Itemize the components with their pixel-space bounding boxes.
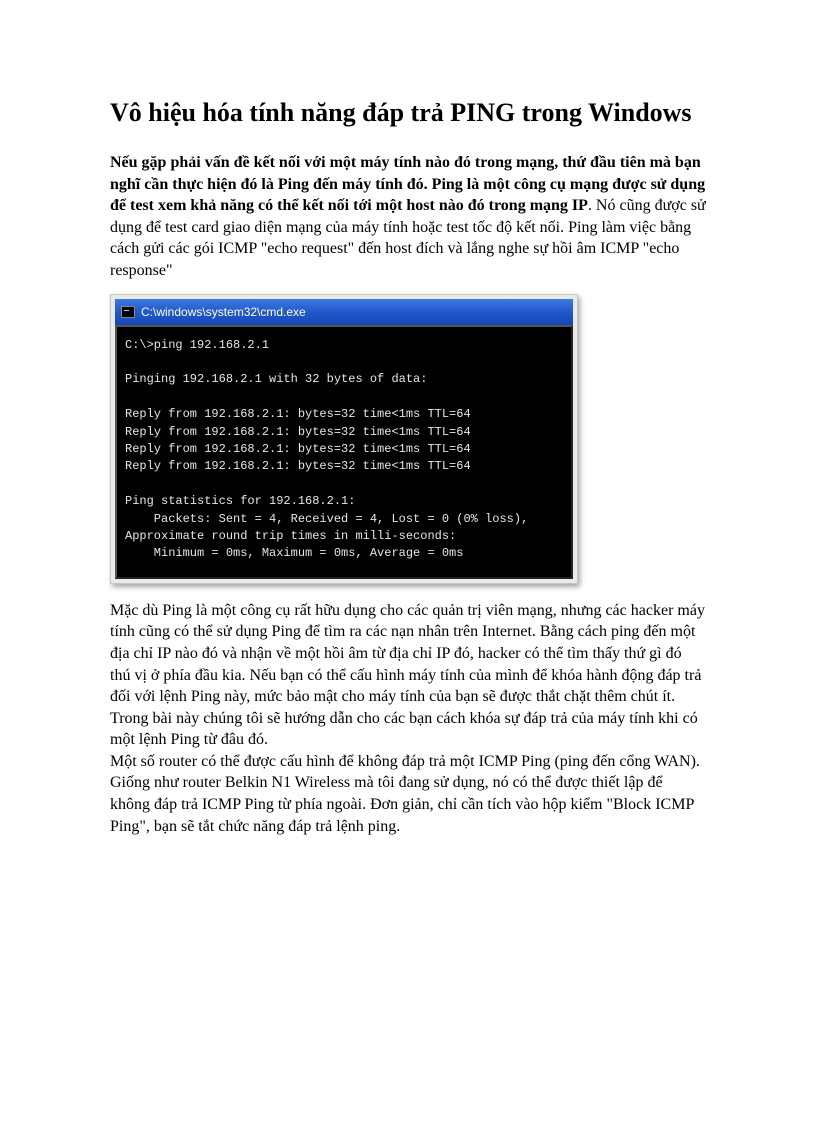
cmd-screenshot: C:\windows\system32\cmd.exe C:\>ping 192… (110, 294, 578, 584)
intro-paragraph: Nếu gặp phải vấn đề kết nối với một máy … (110, 152, 706, 282)
cmd-icon (121, 306, 135, 318)
cmd-titlebar: C:\windows\system32\cmd.exe (115, 299, 573, 325)
body-paragraph-2: Một số router có thể được cấu hình để kh… (110, 751, 706, 837)
cmd-title-text: C:\windows\system32\cmd.exe (141, 304, 306, 320)
page-title: Vô hiệu hóa tính năng đáp trả PING trong… (110, 95, 706, 130)
cmd-output: C:\>ping 192.168.2.1 Pinging 192.168.2.1… (115, 325, 573, 579)
body-paragraph-1: Mặc dù Ping là một công cụ rất hữu dụng … (110, 600, 706, 751)
